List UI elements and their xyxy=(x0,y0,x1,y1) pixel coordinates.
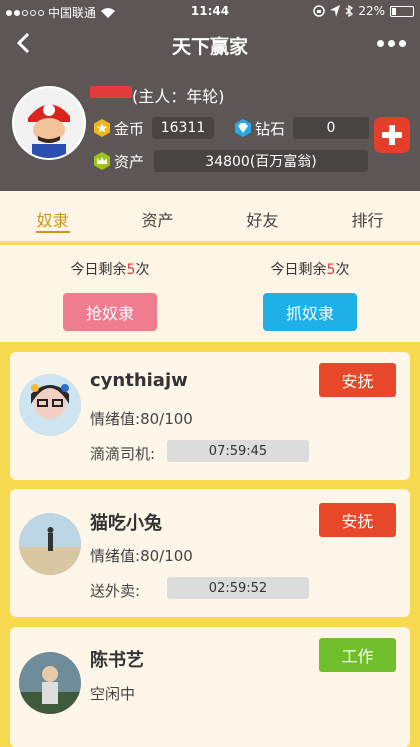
tab-friends[interactable]: 好友 xyxy=(210,191,315,241)
diamond-value: 0 xyxy=(293,117,370,139)
slave-avatar[interactable] xyxy=(19,652,81,714)
tab-bar: 奴隶 资产 好友 排行 xyxy=(0,191,420,243)
slave-mood: 情绪值:80/100 xyxy=(90,547,193,565)
add-button[interactable] xyxy=(374,117,410,153)
slave-name: 陈书艺 xyxy=(90,650,144,671)
action-panel: 今日剩余5次 抢奴隶 今日剩余5次 抓奴隶 xyxy=(0,245,420,342)
status-right: 22% xyxy=(313,4,414,18)
slave-job: 滴滴司机: xyxy=(90,445,156,463)
slave-mood: 情绪值:80/100 xyxy=(90,410,193,428)
nav-bar: 天下赢家 xyxy=(0,22,420,66)
remaining-catch: 今日剩余5次 xyxy=(270,262,350,278)
crown-icon xyxy=(94,152,110,170)
slave-timer: 07:59:45 xyxy=(167,440,309,462)
slave-avatar[interactable] xyxy=(19,374,81,436)
page-title: 天下赢家 xyxy=(171,36,248,58)
assets-row: 资产 34800(百万富翁) xyxy=(92,150,369,172)
tab-ranking[interactable]: 排行 xyxy=(315,191,420,241)
slave-timer: 02:59:52 xyxy=(167,577,309,599)
diamond-icon xyxy=(235,119,251,137)
slave-name: 猫吃小兔 xyxy=(90,513,162,534)
battery-icon xyxy=(390,5,414,17)
catch-slave-button[interactable]: 抓奴隶 xyxy=(263,293,357,331)
lock-rotation-icon xyxy=(313,5,326,17)
user-name-redacted xyxy=(90,86,132,98)
slave-avatar[interactable] xyxy=(19,513,81,575)
tab-assets[interactable]: 资产 xyxy=(105,191,210,241)
gold-label: 金币 xyxy=(114,119,145,138)
tab-slaves[interactable]: 奴隶 xyxy=(0,191,105,241)
comfort-button[interactable]: 安抚 xyxy=(319,503,396,537)
assets-value: 34800(百万富翁) xyxy=(154,150,369,172)
slave-status: 空闲中 xyxy=(90,685,136,703)
work-button[interactable]: 工作 xyxy=(319,638,396,672)
status-bar: 中国联通 11:44 22% xyxy=(0,0,420,22)
location-icon xyxy=(330,5,341,17)
bluetooth-icon xyxy=(345,5,354,17)
remaining-grab: 今日剩余5次 xyxy=(70,262,150,278)
user-avatar[interactable] xyxy=(12,86,86,160)
diamond-row: 钻石 0 xyxy=(233,117,370,139)
slave-card: 猫吃小兔 情绪值:80/100 送外卖: 02:59:52 安抚 xyxy=(10,489,410,617)
assets-label: 资产 xyxy=(114,152,145,171)
grab-slave-button[interactable]: 抢奴隶 xyxy=(63,293,157,331)
profile-header: (主人：年轮) 金币 16311 钻石 0 资产 34800(百万富翁) xyxy=(0,66,420,191)
gold-coin-icon xyxy=(94,119,110,137)
owner-label: (主人：年轮) xyxy=(132,87,225,106)
slave-card: 陈书艺 空闲中 工作 xyxy=(10,627,410,747)
comfort-button[interactable]: 安抚 xyxy=(319,363,396,397)
gold-value: 16311 xyxy=(152,117,215,139)
slave-name: cynthiajw xyxy=(90,370,188,391)
gold-row: 金币 16311 xyxy=(92,117,215,139)
slave-job: 送外卖: xyxy=(90,582,141,600)
slave-card: cynthiajw 情绪值:80/100 滴滴司机: 07:59:45 安抚 xyxy=(10,352,410,480)
diamond-label: 钻石 xyxy=(255,119,286,138)
more-icon[interactable] xyxy=(377,40,406,47)
battery-percent: 22% xyxy=(358,4,385,18)
